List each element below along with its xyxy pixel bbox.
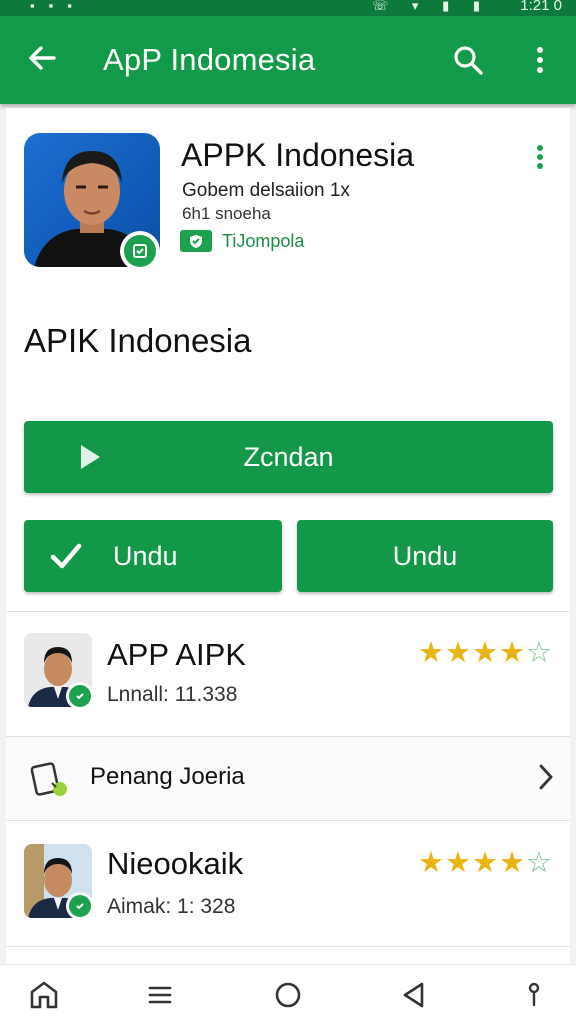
back-triangle-icon[interactable] (396, 977, 432, 1013)
link-row-label: Penang Joeria (90, 763, 245, 790)
divider (6, 946, 570, 947)
star-rating: ★ ★ ★ ★ ☆ (418, 638, 552, 668)
circle-home-icon[interactable] (270, 977, 306, 1013)
star-outline-icon: ☆ (526, 637, 552, 669)
chevron-right-icon (539, 764, 553, 790)
list-item-title: Nieookaik (107, 846, 244, 881)
star-icon: ★ (499, 847, 525, 879)
star-icon: ★ (472, 847, 498, 879)
status-right-icons: ☏ ▾ ▮ ▮ (372, 0, 490, 13)
list-item-subtitle: Aimak: 1: 328 (107, 895, 236, 918)
phone-settings-icon (30, 762, 67, 796)
link-row[interactable]: Penang Joeria (6, 737, 570, 819)
star-icon: ★ (418, 637, 444, 669)
back-arrow-icon[interactable] (24, 40, 60, 76)
download-label: Undu (392, 541, 458, 571)
app-developer[interactable]: Gobem delsaiion 1x (182, 180, 350, 202)
star-outline-icon: ☆ (526, 847, 552, 879)
verified-badge-icon (66, 682, 94, 710)
more-vert-icon[interactable] (526, 42, 554, 78)
star-icon: ★ (499, 637, 525, 669)
primary-button-label: Zcndan (243, 442, 334, 472)
status-clock: 1:21 0 (520, 0, 562, 14)
section-title: APIK Indonesia (24, 322, 252, 359)
shield-check-icon (180, 230, 212, 252)
download-check-label: Undu (113, 541, 178, 571)
more-vert-icon[interactable] (530, 142, 550, 172)
search-icon[interactable] (450, 42, 486, 78)
app-bar-title: ApP Indomesia (103, 42, 316, 77)
primary-install-button[interactable]: Zcndan (24, 421, 553, 493)
accessibility-icon[interactable] (516, 977, 552, 1013)
home-icon[interactable] (26, 977, 62, 1013)
list-item-title: APP AIPK (107, 637, 247, 672)
download-check-button[interactable]: Undu (24, 520, 282, 592)
verified-label: TiJompola (222, 230, 305, 251)
system-nav-bar (0, 964, 576, 1024)
star-icon: ★ (472, 637, 498, 669)
check-icon (50, 543, 82, 569)
star-icon: ★ (418, 847, 444, 879)
divider (6, 820, 570, 821)
verified-badge-icon (66, 892, 94, 920)
app-bar: ApP Indomesia (0, 16, 576, 104)
app-name: APPK Indonesia (181, 137, 415, 173)
status-left-icons: ▪▪▪ (30, 0, 86, 13)
star-icon: ★ (445, 637, 471, 669)
menu-icon[interactable] (142, 977, 178, 1013)
star-rating: ★ ★ ★ ★ ☆ (418, 848, 552, 878)
star-icon: ★ (445, 847, 471, 879)
verified-badge-icon (120, 231, 160, 271)
status-bar: ▪▪▪ ☏ ▾ ▮ ▮ 1:21 0 (0, 0, 576, 16)
verified-row: TiJompola (180, 230, 304, 252)
download-button[interactable]: Undu (297, 520, 553, 592)
list-item-subtitle: Lnnall: 11.338 (107, 683, 238, 706)
app-category: 6h1 snoeha (182, 204, 271, 223)
divider (6, 611, 570, 612)
